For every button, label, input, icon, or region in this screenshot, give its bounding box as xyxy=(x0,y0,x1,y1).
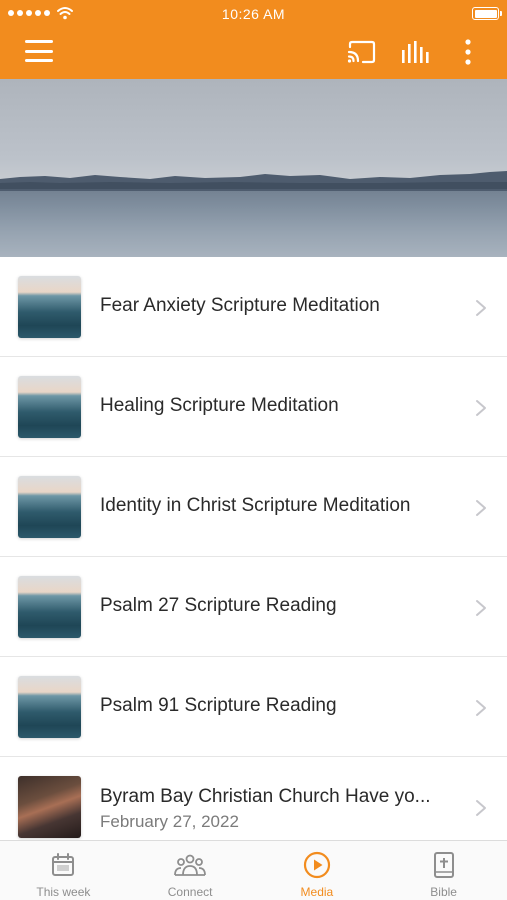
status-time: 10:26 AM xyxy=(221,6,286,22)
item-date: February 27, 2022 xyxy=(100,812,239,831)
item-title: Identity in Christ Scripture Meditation xyxy=(100,495,411,516)
item-title: Psalm 91 Scripture Reading xyxy=(100,695,337,716)
thumbnail-image xyxy=(18,276,81,338)
thumbnail-image xyxy=(18,576,81,638)
people-group-icon xyxy=(174,850,207,880)
chevron-right-icon xyxy=(476,500,486,516)
play-circle-icon xyxy=(301,850,333,880)
item-title: Healing Scripture Meditation xyxy=(100,395,339,416)
item-title: Byram Bay Christian Church Have yo... xyxy=(100,786,431,807)
list-item[interactable]: Psalm 91 Scripture Reading xyxy=(0,657,507,757)
battery-icon xyxy=(472,7,502,20)
tab-bible[interactable]: Bible xyxy=(380,841,507,900)
list-item[interactable]: Fear Anxiety Scripture Meditation xyxy=(0,257,507,357)
tab-label: Connect xyxy=(167,885,213,899)
bible-cross-icon xyxy=(428,850,460,880)
tab-connect[interactable]: Connect xyxy=(127,841,254,900)
item-title: Fear Anxiety Scripture Meditation xyxy=(100,295,380,316)
chevron-right-icon xyxy=(476,700,486,716)
tab-media[interactable]: Media xyxy=(254,841,381,900)
tab-label: Media xyxy=(300,885,334,899)
item-title: Psalm 27 Scripture Reading xyxy=(100,595,337,616)
tab-label: This week xyxy=(36,885,91,899)
thumbnail-image xyxy=(18,476,81,538)
chevron-right-icon xyxy=(476,800,486,816)
app-header: 10:26 AM xyxy=(0,0,507,79)
media-list: Fear Anxiety Scripture Meditation Healin… xyxy=(0,257,507,840)
thumbnail-image xyxy=(18,376,81,438)
chevron-right-icon xyxy=(476,600,486,616)
thumbnail-image xyxy=(18,676,81,738)
chevron-right-icon xyxy=(476,400,486,416)
list-item[interactable]: Identity in Christ Scripture Meditation xyxy=(0,457,507,557)
status-bar: 10:26 AM xyxy=(0,0,507,28)
tab-this-week[interactable]: This week xyxy=(0,841,127,900)
list-item[interactable]: Byram Bay Christian Church Have yo... Fe… xyxy=(0,757,507,840)
more-vertical-icon[interactable] xyxy=(458,37,478,67)
cast-icon[interactable] xyxy=(344,37,378,67)
hero-banner-image xyxy=(0,79,507,257)
equalizer-icon[interactable] xyxy=(398,37,432,67)
thumbnail-image xyxy=(18,776,81,838)
tab-label: Bible xyxy=(430,885,457,899)
tab-bar: This week Connect Media Bible xyxy=(0,840,507,900)
calendar-icon xyxy=(47,850,79,880)
chevron-right-icon xyxy=(476,300,486,316)
list-item[interactable]: Psalm 27 Scripture Reading xyxy=(0,557,507,657)
list-item[interactable]: Healing Scripture Meditation xyxy=(0,357,507,457)
hamburger-menu-icon[interactable] xyxy=(25,40,53,62)
